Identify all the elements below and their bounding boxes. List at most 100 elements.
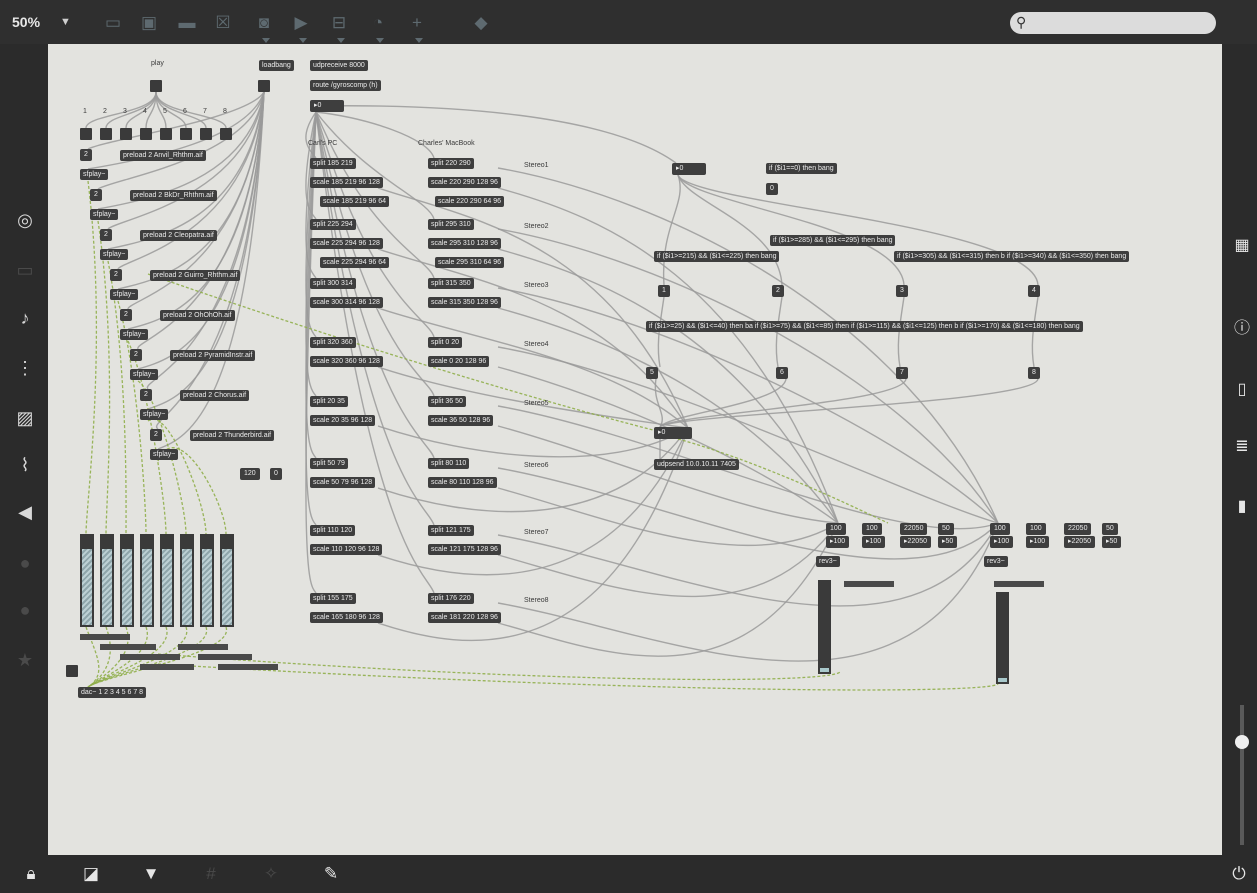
mixer-slider[interactable] [80, 534, 94, 627]
plus-menu-caret-icon[interactable] [415, 38, 423, 43]
sfplay-object[interactable]: sfplay~ [120, 329, 149, 340]
macbook-object[interactable]: scale 295 310 128 96 [428, 238, 501, 249]
zoom-dropdown-icon[interactable]: ▼ [60, 16, 71, 28]
carl-object[interactable]: scale 20 35 96 128 [310, 415, 376, 426]
macbook-object[interactable]: scale 36 50 128 96 [428, 415, 494, 426]
wand-icon[interactable]: ✧ [260, 863, 282, 885]
if-zero-object[interactable]: if ($i1==0) then bang [766, 163, 837, 174]
reverb-number[interactable]: ▸100 [862, 536, 886, 548]
carl-object[interactable]: scale 185 219 96 64 [320, 196, 390, 207]
mixer-slider[interactable] [220, 534, 234, 627]
rev3-object[interactable]: rev3~ [816, 556, 840, 567]
if-305-340-object[interactable]: if ($i1>=305) && ($i1<=315) then b if ($… [894, 251, 1130, 262]
paperclip-icon[interactable]: ⌇ [14, 454, 36, 476]
number-box-two[interactable]: 2 [130, 349, 142, 361]
carl-object[interactable]: scale 225 294 96 128 [310, 238, 383, 249]
mixer-slider[interactable] [120, 534, 134, 627]
reverb-value[interactable]: 50 [1102, 523, 1118, 535]
comment-icon[interactable]: ▬ [176, 12, 198, 34]
udpreceive-object[interactable]: udpreceive 8000 [310, 60, 368, 71]
rev3-object[interactable]: rev3~ [984, 556, 1008, 567]
macbook-object[interactable]: scale 121 175 128 96 [428, 544, 501, 555]
preload-message[interactable]: preload 2 Anvil_Rhthm.aif [120, 150, 206, 161]
macbook-object[interactable]: scale 315 350 128 96 [428, 297, 501, 308]
reverb-number[interactable]: ▸100 [1026, 536, 1050, 548]
channel-toggle-6[interactable] [180, 128, 192, 140]
channel-toggle-2[interactable] [100, 128, 112, 140]
patcher-canvas[interactable]: play loadbang udpreceive 8000 route /gyr… [48, 44, 1222, 855]
number-box-mid[interactable]: ▸0 [672, 163, 706, 175]
preload-message[interactable]: preload 2 BkDr_Rhthm.aif [130, 190, 217, 201]
number-box-two[interactable]: 2 [100, 229, 112, 241]
grid-icon[interactable]: ▦ [1232, 236, 1252, 256]
macbook-object[interactable]: scale 220 290 128 96 [428, 177, 501, 188]
image-icon[interactable]: ▨ [14, 407, 36, 429]
macbook-object[interactable]: split 176 220 [428, 593, 474, 604]
target-icon[interactable]: ◎ [14, 209, 36, 231]
power-icon[interactable]: ⏻ [1228, 863, 1250, 885]
trigger-number[interactable]: 7 [896, 367, 908, 379]
channel-toggle-3[interactable] [120, 128, 132, 140]
carl-object[interactable]: scale 185 219 96 128 [310, 177, 383, 188]
book-icon[interactable]: ▯ [1232, 380, 1252, 400]
step-sequence-icon[interactable]: ⋮ [14, 357, 36, 379]
wrench-icon[interactable]: ✎ [320, 863, 342, 885]
reverb-number[interactable]: ▸100 [826, 536, 850, 548]
channel-toggle-4[interactable] [140, 128, 152, 140]
reverb-number[interactable]: ▸50 [1102, 536, 1122, 548]
message-box-icon[interactable]: ▣ [138, 12, 160, 34]
carl-object[interactable]: split 225 294 [310, 219, 356, 230]
udpsend-object[interactable]: udpsend 10.0.10.11 7405 [654, 459, 739, 470]
note-icon[interactable]: ♪ [14, 307, 36, 329]
reverb-value[interactable]: 100 [1026, 523, 1046, 535]
mixer-slider[interactable] [180, 534, 194, 627]
carl-object[interactable]: split 20 35 [310, 396, 348, 407]
number-box-0[interactable]: 0 [270, 468, 282, 480]
reverb-number[interactable]: ▸22050 [1064, 536, 1095, 548]
slider-icon[interactable]: ⊟ [328, 12, 350, 34]
carl-object[interactable]: scale 300 314 96 128 [310, 297, 383, 308]
reverb-number[interactable]: ▸50 [938, 536, 958, 548]
route-object[interactable]: route /gyroscomp (h) [310, 80, 381, 91]
sfplay-object[interactable]: sfplay~ [110, 289, 139, 300]
volume-knob[interactable] [1235, 735, 1249, 749]
windows-icon[interactable]: ◪ [80, 863, 102, 885]
number-box-center[interactable]: ▸0 [654, 427, 692, 439]
carl-object[interactable]: split 110 120 [310, 525, 356, 536]
carl-object[interactable]: split 155 175 [310, 593, 356, 604]
star-icon[interactable]: ★ [14, 649, 36, 671]
trigger-number[interactable]: 5 [646, 367, 658, 379]
preload-message[interactable]: preload 2 OhOhOh.aif [160, 310, 235, 321]
button-icon[interactable]: ◙ [253, 12, 275, 34]
macbook-object[interactable]: split 0 20 [428, 337, 463, 348]
sfplay-object[interactable]: sfplay~ [80, 169, 109, 180]
play-object-icon[interactable]: ▶ [290, 12, 312, 34]
macbook-object[interactable]: split 220 290 [428, 158, 474, 169]
number-box-120[interactable]: 120 [240, 468, 260, 480]
macbook-object[interactable]: scale 80 110 128 96 [428, 477, 497, 488]
number-box-two[interactable]: 2 [80, 149, 92, 161]
preload-message[interactable]: preload 2 Thunderbird.aif [190, 430, 275, 441]
plus-icon[interactable]: + [406, 12, 428, 34]
reverb-meter[interactable] [818, 580, 831, 674]
trigger-number[interactable]: 3 [896, 285, 908, 297]
reverb-value[interactable]: 22050 [1064, 523, 1092, 535]
plug-icon[interactable]: ◀ [14, 501, 36, 523]
preload-message[interactable]: preload 2 Guirro_Rhthm.aif [150, 270, 241, 281]
macbook-object[interactable]: scale 181 220 128 96 [428, 612, 501, 623]
macbook-object[interactable]: split 80 110 [428, 458, 470, 469]
macbook-object[interactable]: split 315 350 [428, 278, 474, 289]
carl-object[interactable]: split 300 314 [310, 278, 356, 289]
number-box-two[interactable]: 2 [110, 269, 122, 281]
carl-object[interactable]: scale 320 360 96 128 [310, 356, 383, 367]
dial-menu-caret-icon[interactable] [376, 38, 384, 43]
reverb-value[interactable]: 22050 [900, 523, 928, 535]
list-icon[interactable]: ≣ [1232, 437, 1252, 457]
bandcamp-icon[interactable]: ● [14, 599, 36, 621]
number-box-two[interactable]: 2 [120, 309, 132, 321]
preload-message[interactable]: preload 2 PyramidInstr.aif [170, 350, 256, 361]
play-bang-button[interactable] [150, 80, 162, 92]
vimeo-icon[interactable]: ● [14, 552, 36, 574]
search-input[interactable]: ⚲ [1010, 12, 1216, 34]
trigger-number[interactable]: 8 [1028, 367, 1040, 379]
